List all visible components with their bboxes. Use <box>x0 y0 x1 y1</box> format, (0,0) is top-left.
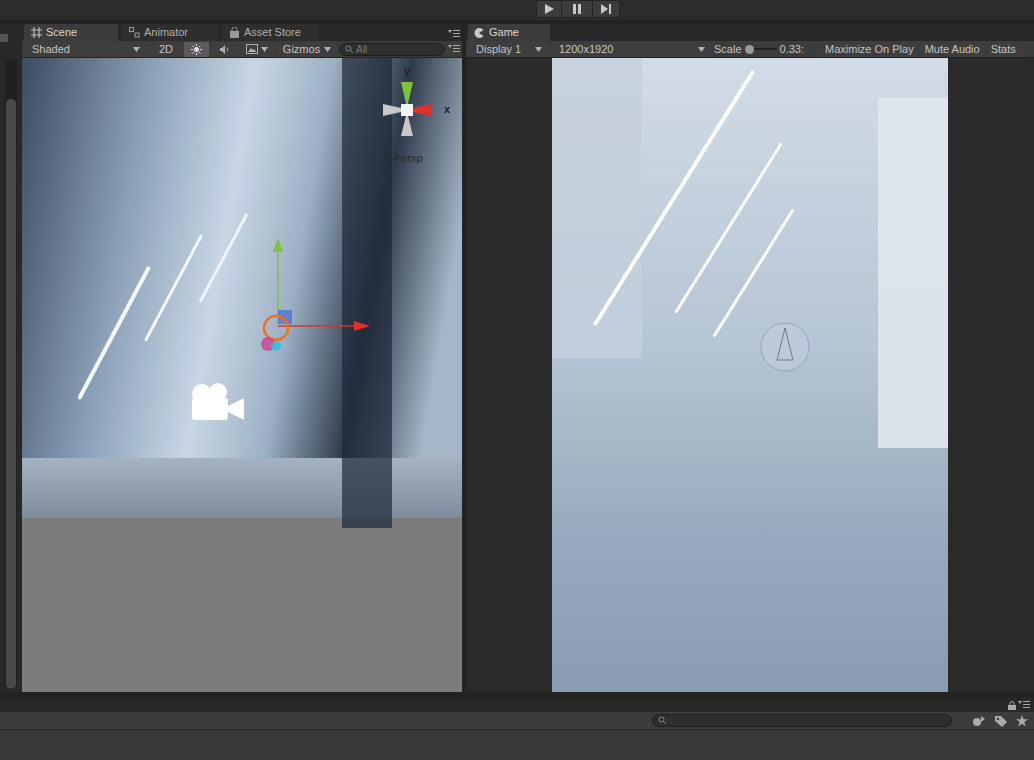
search-icon <box>345 45 354 54</box>
game-toolbar: Display 11200x1920Scale0.33:Maximize On … <box>466 41 1034 58</box>
scene-view[interactable]: y x Persp <box>22 58 462 692</box>
panel-menu-icon[interactable] <box>1018 700 1030 710</box>
panel-menu-icon[interactable] <box>448 44 460 54</box>
slider-thumb[interactable] <box>745 45 754 54</box>
panel-tab[interactable]: Game <box>468 24 550 41</box>
camera-icon[interactable] <box>188 380 252 424</box>
dropdown-caret-icon <box>535 47 542 52</box>
step-icon <box>599 3 613 15</box>
scene-toolbar: Shaded2D GizmosAll <box>22 41 462 58</box>
game-panel: GameDisplay 11200x1920Scale0.33:Maximize… <box>466 24 1034 692</box>
scale-slider[interactable] <box>745 44 777 55</box>
step-button[interactable] <box>592 0 620 18</box>
game-view <box>466 58 1034 692</box>
effects-dropdown[interactable] <box>239 42 275 57</box>
display-dropdown[interactable]: Display 1 <box>468 42 550 57</box>
game-controller-icon <box>474 28 484 38</box>
scrollbar-thumb[interactable] <box>6 99 16 689</box>
toolbar-toggle[interactable]: Stats <box>987 42 1020 57</box>
lock-icon[interactable] <box>1008 701 1016 710</box>
tab-bar: SceneAnimatorAsset Store <box>22 24 462 41</box>
scene-panel: SceneAnimatorAsset StoreShaded2DGizmosAl… <box>22 24 462 692</box>
2d-toggle[interactable]: 2D <box>151 42 181 57</box>
speaker-icon <box>219 44 230 55</box>
side-panel <box>0 24 22 692</box>
bottom-search[interactable] <box>652 714 952 727</box>
bottom-panel <box>0 698 1034 760</box>
grid-icon <box>31 27 42 38</box>
dropdown-caret-icon <box>261 47 268 52</box>
panel-menu-icon[interactable] <box>448 29 460 39</box>
sun-icon <box>191 44 202 55</box>
dropdown-caret-icon <box>698 47 705 52</box>
audio-toggle[interactable] <box>212 42 236 57</box>
gizmos-dropdown[interactable]: Gizmos <box>278 42 336 57</box>
filter-type-icon[interactable] <box>972 715 986 727</box>
pause-button[interactable] <box>562 0 592 18</box>
image-icon <box>246 44 258 54</box>
toolbar-toggle[interactable]: Maximize On Play <box>821 42 918 57</box>
panels-row: SceneAnimatorAsset StoreShaded2DGizmosAl… <box>0 24 1034 692</box>
lighting-toggle[interactable] <box>184 42 209 57</box>
scrollbar[interactable] <box>5 58 17 690</box>
move-handle-icon[interactable] <box>248 230 378 360</box>
gizmo-y-label: y <box>404 63 410 80</box>
search-icon <box>658 716 667 725</box>
favorite-star-icon[interactable] <box>1016 715 1028 727</box>
dropdown-caret-icon <box>324 47 331 52</box>
panel-tab[interactable]: Asset Store <box>222 24 318 41</box>
animator-icon <box>129 27 140 38</box>
panel-tab[interactable]: Scene <box>24 24 118 41</box>
perspective-icon <box>384 154 392 162</box>
projection-label[interactable]: Persp <box>384 150 423 167</box>
store-bag-icon <box>229 27 240 38</box>
panel-tab[interactable]: Animator <box>122 24 218 41</box>
game-render <box>552 58 948 692</box>
sphere-gizmo-icon <box>758 320 812 374</box>
pause-icon <box>571 3 583 15</box>
orientation-gizmo-icon[interactable] <box>372 70 442 140</box>
play-button[interactable] <box>536 0 562 18</box>
bottom-toolbar <box>0 712 1034 730</box>
dropdown-caret-icon <box>133 47 140 52</box>
main-toolbar <box>0 0 1034 20</box>
resolution-dropdown[interactable]: 1200x1920 <box>553 42 711 57</box>
play-controls <box>536 0 620 18</box>
tab-bar: Game <box>466 24 1034 41</box>
toolbar-toggle[interactable]: Mute Audio <box>921 42 984 57</box>
play-icon <box>543 3 555 15</box>
gizmo-x-label: x <box>444 101 450 118</box>
bottom-tab-bar <box>0 698 1034 712</box>
shading-dropdown[interactable]: Shaded <box>24 42 148 57</box>
scene-search[interactable]: All <box>339 43 445 56</box>
unity-editor: SceneAnimatorAsset StoreShaded2DGizmosAl… <box>0 0 1034 760</box>
label-tag-icon[interactable] <box>994 715 1008 727</box>
scale-control: Scale0.33: <box>714 41 818 58</box>
scene-geometry <box>22 58 462 518</box>
